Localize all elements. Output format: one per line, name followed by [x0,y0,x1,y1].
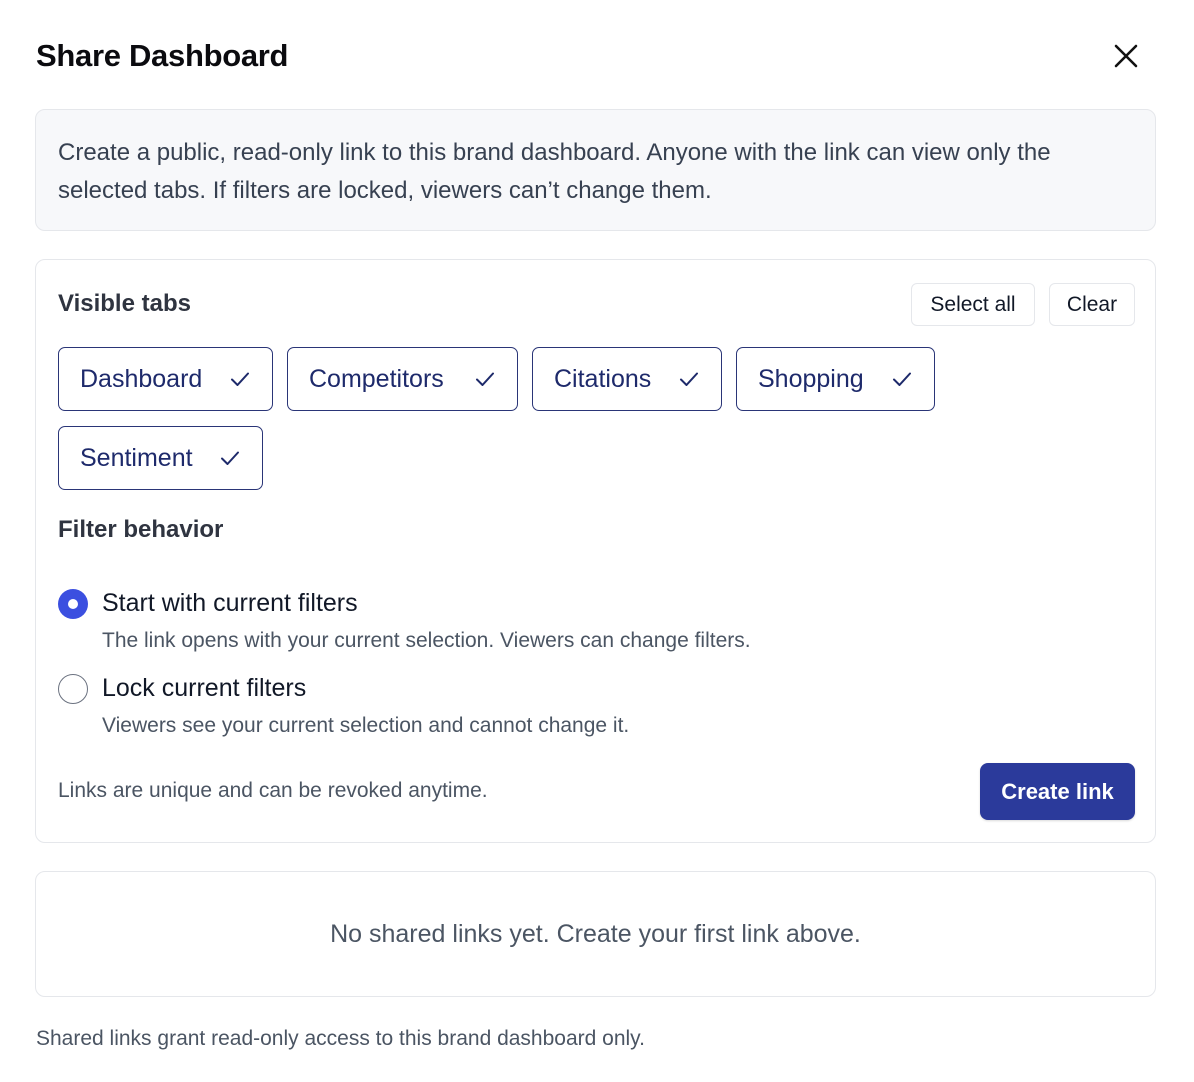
filter-behavior-label: Filter behavior [58,516,224,543]
info-text: Create a public, read-only link to this … [58,139,1051,204]
tab-chip-citations[interactable]: Citations [532,347,722,411]
tab-chip-shopping[interactable]: Shopping [736,347,935,411]
select-all-button[interactable]: Select all [911,283,1035,326]
close-button[interactable] [1108,38,1144,74]
radio-button[interactable] [58,589,88,619]
filter-option-description: Viewers see your current selection and c… [102,714,630,737]
tab-chip-label: Sentiment [80,443,193,472]
tab-chip-label: Competitors [309,364,444,393]
tab-chip-label: Shopping [758,364,864,393]
share-settings-card: Visible tabs Select all Clear Dashboard … [35,259,1156,843]
close-icon [1114,44,1138,68]
tab-chip-label: Citations [554,364,652,393]
share-dashboard-dialog: Share Dashboard Create a public, read-on… [0,0,1194,1082]
check-icon [221,451,239,465]
tab-chip-dashboard[interactable]: Dashboard [58,347,273,411]
dialog-header: Share Dashboard [36,36,1158,76]
empty-state-text: No shared links yet. Create your first l… [330,919,861,948]
dialog-title: Share Dashboard [36,38,289,73]
check-icon [893,372,911,386]
radio-button[interactable] [58,674,88,704]
tab-chip-label: Dashboard [80,364,203,393]
check-icon [476,372,494,386]
filter-option-description: The link opens with your current selecti… [102,629,751,652]
access-note: Shared links grant read-only access to t… [36,1027,645,1050]
visible-tabs-label: Visible tabs [58,290,191,317]
tab-chip-competitors[interactable]: Competitors [287,347,518,411]
info-box: Create a public, read-only link to this … [35,109,1156,231]
check-icon [680,372,698,386]
create-link-button[interactable]: Create link [980,763,1135,820]
filter-option-label: Lock current filters [102,674,307,702]
filter-option-label: Start with current filters [102,589,358,617]
shared-links-empty-state: No shared links yet. Create your first l… [35,871,1156,997]
check-icon [231,372,249,386]
tab-chip-sentiment[interactable]: Sentiment [58,426,263,490]
revoke-note: Links are unique and can be revoked anyt… [58,779,488,802]
clear-button[interactable]: Clear [1049,283,1135,326]
